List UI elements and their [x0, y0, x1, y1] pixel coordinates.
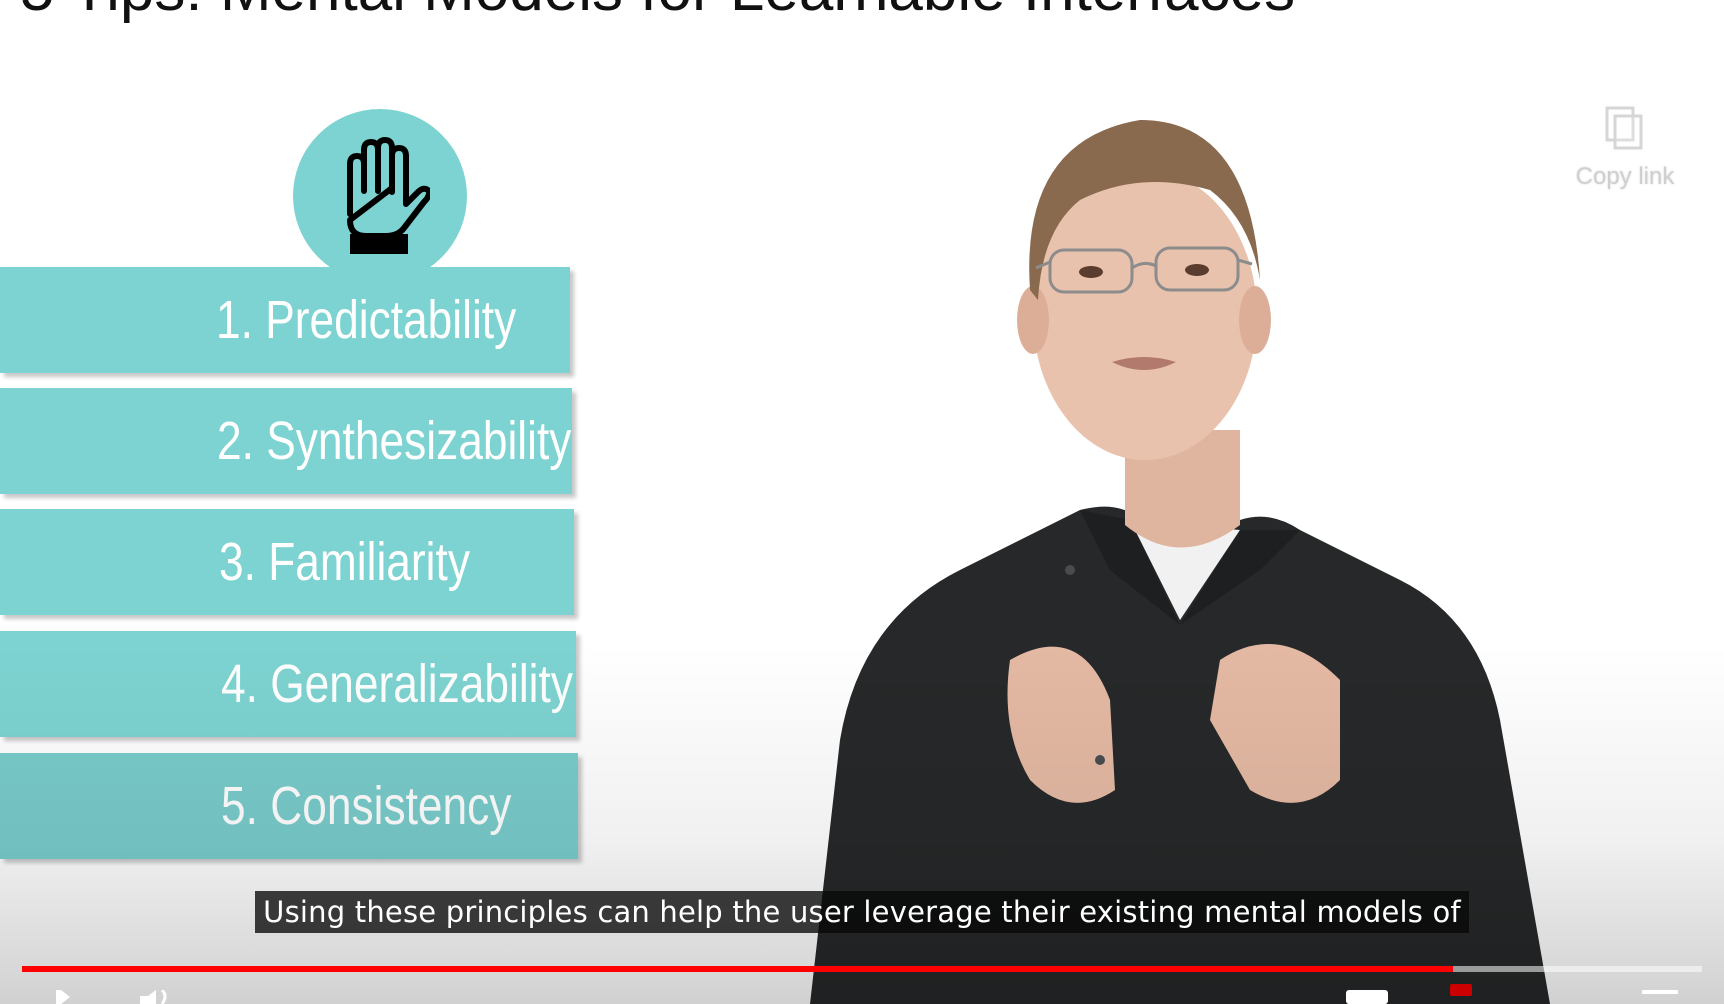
volume-icon[interactable]: [138, 990, 172, 1004]
list-item-familiarity: 3. Familiarity: [0, 509, 574, 615]
caption-container: Using these principles can help the user…: [0, 891, 1724, 933]
fullscreen-icon[interactable]: [1642, 990, 1678, 1004]
player-controls: [0, 980, 1724, 1004]
list-item-generalizability: 4. Generalizability: [0, 631, 576, 737]
hand-circle: [293, 109, 467, 283]
progress-bar[interactable]: [22, 966, 1702, 972]
video-player[interactable]: 5 Tips: Mental Models for Learnable Inte…: [0, 0, 1724, 1004]
hd-badge: [1450, 984, 1472, 996]
list-item-consistency: 5. Consistency: [0, 753, 578, 859]
play-icon[interactable]: [50, 990, 76, 1004]
youtube-logo[interactable]: [1500, 990, 1560, 1004]
copy-link-label: Copy link: [1575, 163, 1675, 190]
copy-icon: [1605, 106, 1643, 150]
presenter-figure: [810, 120, 1550, 1004]
list-item-synthesizability: 2. Synthesizability: [0, 388, 572, 494]
progress-played: [22, 966, 1454, 972]
list-item-predictability: 1. Predictability: [0, 267, 570, 373]
raised-hand-icon: [347, 137, 430, 254]
settings-icon[interactable]: [1430, 984, 1472, 1004]
subtitles-icon[interactable]: [1346, 990, 1388, 1004]
caption-text: Using these principles can help the user…: [255, 891, 1469, 933]
copy-link-button[interactable]: Copy link: [1560, 104, 1690, 191]
slide-title: 5 Tips: Mental Models for Learnable Inte…: [20, 0, 1295, 25]
